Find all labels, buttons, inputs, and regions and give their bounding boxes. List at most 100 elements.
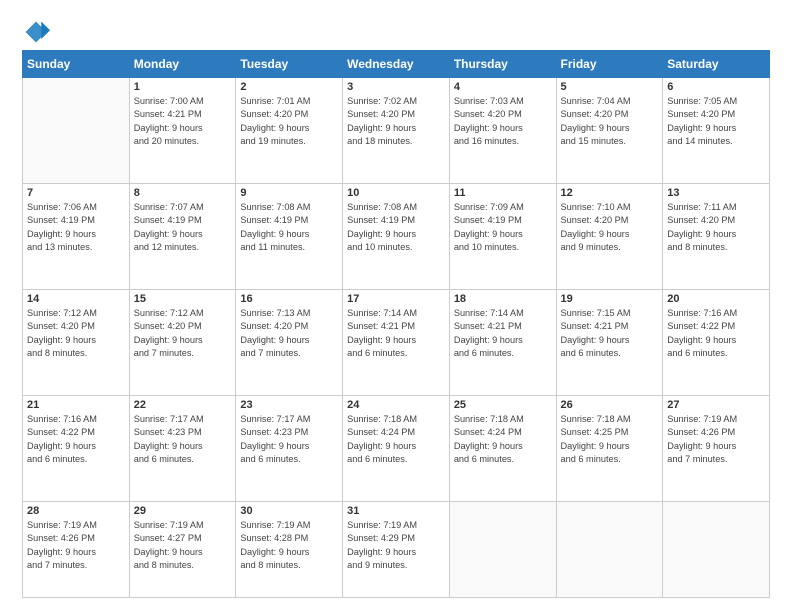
day-info: Sunrise: 7:16 AM Sunset: 4:22 PM Dayligh… xyxy=(667,307,765,360)
day-number: 13 xyxy=(667,187,765,199)
week-row: 1 Sunrise: 7:00 AM Sunset: 4:21 PM Daylig… xyxy=(23,78,770,184)
day-info: Sunrise: 7:11 AM Sunset: 4:20 PM Dayligh… xyxy=(667,201,765,254)
week-row: 21Sunrise: 7:16 AM Sunset: 4:22 PM Dayli… xyxy=(23,395,770,501)
day-number: 10 xyxy=(347,187,445,199)
day-number: 22 xyxy=(134,399,232,411)
day-info: Sunrise: 7:03 AM Sunset: 4:20 PM Dayligh… xyxy=(454,95,552,148)
day-cell: 29Sunrise: 7:19 AM Sunset: 4:27 PM Dayli… xyxy=(129,501,236,597)
day-number: 26 xyxy=(561,399,659,411)
week-row: 14 Sunrise: 7:12 AM Sunset: 4:20 PM Dayli… xyxy=(23,289,770,395)
day-info: Sunrise: 7:04 AM Sunset: 4:20 PM Dayligh… xyxy=(561,95,659,148)
day-info: Sunrise: 7:14 AM Sunset: 4:21 PM Dayligh… xyxy=(454,307,552,360)
day-number: 27 xyxy=(667,399,765,411)
day-info: Sunrise: 7:19 AM Sunset: 4:28 PM Dayligh… xyxy=(240,519,338,572)
day-number: 14 xyxy=(27,293,125,305)
day-cell: 25 Sunrise: 7:18 AM Sunset: 4:24 PM Dayli… xyxy=(449,395,556,501)
day-number: 25 xyxy=(454,399,552,411)
day-number: 24 xyxy=(347,399,445,411)
week-row: 7 Sunrise: 7:06 AM Sunset: 4:19 PM Daylig… xyxy=(23,183,770,289)
day-cell: 3 Sunrise: 7:02 AM Sunset: 4:20 PM Daylig… xyxy=(343,78,450,184)
day-info: Sunrise: 7:13 AM Sunset: 4:20 PM Dayligh… xyxy=(240,307,338,360)
day-cell: 21Sunrise: 7:16 AM Sunset: 4:22 PM Dayli… xyxy=(23,395,130,501)
day-cell: 5 Sunrise: 7:04 AM Sunset: 4:20 PM Daylig… xyxy=(556,78,663,184)
day-info: Sunrise: 7:00 AM Sunset: 4:21 PM Dayligh… xyxy=(134,95,232,148)
day-cell: 19Sunrise: 7:15 AM Sunset: 4:21 PM Dayli… xyxy=(556,289,663,395)
day-cell: 22Sunrise: 7:17 AM Sunset: 4:23 PM Dayli… xyxy=(129,395,236,501)
day-info: Sunrise: 7:19 AM Sunset: 4:26 PM Dayligh… xyxy=(667,413,765,466)
header-row: SundayMondayTuesdayWednesdayThursdayFrid… xyxy=(23,51,770,78)
day-cell xyxy=(23,78,130,184)
day-number: 6 xyxy=(667,81,765,93)
day-number: 11 xyxy=(454,187,552,199)
day-number: 4 xyxy=(454,81,552,93)
day-info: Sunrise: 7:16 AM Sunset: 4:22 PM Dayligh… xyxy=(27,413,125,466)
day-cell: 10 Sunrise: 7:08 AM Sunset: 4:19 PM Dayli… xyxy=(343,183,450,289)
page: SundayMondayTuesdayWednesdayThursdayFrid… xyxy=(0,0,792,612)
day-info: Sunrise: 7:09 AM Sunset: 4:19 PM Dayligh… xyxy=(454,201,552,254)
day-info: Sunrise: 7:12 AM Sunset: 4:20 PM Dayligh… xyxy=(134,307,232,360)
day-cell: 9 Sunrise: 7:08 AM Sunset: 4:19 PM Daylig… xyxy=(236,183,343,289)
header-cell: Friday xyxy=(556,51,663,78)
day-number: 9 xyxy=(240,187,338,199)
day-cell: 11 Sunrise: 7:09 AM Sunset: 4:19 PM Dayli… xyxy=(449,183,556,289)
day-cell: 6 Sunrise: 7:05 AM Sunset: 4:20 PM Daylig… xyxy=(663,78,770,184)
day-number: 18 xyxy=(454,293,552,305)
header-cell: Monday xyxy=(129,51,236,78)
header-cell: Thursday xyxy=(449,51,556,78)
day-number: 8 xyxy=(134,187,232,199)
day-info: Sunrise: 7:05 AM Sunset: 4:20 PM Dayligh… xyxy=(667,95,765,148)
day-number: 5 xyxy=(561,81,659,93)
day-cell: 1 Sunrise: 7:00 AM Sunset: 4:21 PM Daylig… xyxy=(129,78,236,184)
day-cell: 4 Sunrise: 7:03 AM Sunset: 4:20 PM Daylig… xyxy=(449,78,556,184)
day-cell: 26 Sunrise: 7:18 AM Sunset: 4:25 PM Dayli… xyxy=(556,395,663,501)
day-number: 20 xyxy=(667,293,765,305)
day-info: Sunrise: 7:06 AM Sunset: 4:19 PM Dayligh… xyxy=(27,201,125,254)
day-cell: 16 Sunrise: 7:13 AM Sunset: 4:20 PM Dayli… xyxy=(236,289,343,395)
day-cell: 15Sunrise: 7:12 AM Sunset: 4:20 PM Dayli… xyxy=(129,289,236,395)
day-cell: 17 Sunrise: 7:14 AM Sunset: 4:21 PM Dayli… xyxy=(343,289,450,395)
day-info: Sunrise: 7:17 AM Sunset: 4:23 PM Dayligh… xyxy=(240,413,338,466)
day-info: Sunrise: 7:08 AM Sunset: 4:19 PM Dayligh… xyxy=(240,201,338,254)
day-info: Sunrise: 7:18 AM Sunset: 4:24 PM Dayligh… xyxy=(454,413,552,466)
day-info: Sunrise: 7:02 AM Sunset: 4:20 PM Dayligh… xyxy=(347,95,445,148)
day-cell: 23 Sunrise: 7:17 AM Sunset: 4:23 PM Dayli… xyxy=(236,395,343,501)
calendar-table: SundayMondayTuesdayWednesdayThursdayFrid… xyxy=(22,50,770,598)
day-cell xyxy=(663,501,770,597)
day-cell: 7 Sunrise: 7:06 AM Sunset: 4:19 PM Daylig… xyxy=(23,183,130,289)
day-info: Sunrise: 7:12 AM Sunset: 4:20 PM Dayligh… xyxy=(27,307,125,360)
day-number: 1 xyxy=(134,81,232,93)
day-info: Sunrise: 7:07 AM Sunset: 4:19 PM Dayligh… xyxy=(134,201,232,254)
day-cell xyxy=(449,501,556,597)
day-number: 16 xyxy=(240,293,338,305)
day-number: 17 xyxy=(347,293,445,305)
day-number: 3 xyxy=(347,81,445,93)
day-number: 19 xyxy=(561,293,659,305)
day-cell: 30Sunrise: 7:19 AM Sunset: 4:28 PM Dayli… xyxy=(236,501,343,597)
day-cell: 8 Sunrise: 7:07 AM Sunset: 4:19 PM Daylig… xyxy=(129,183,236,289)
logo-icon xyxy=(22,18,50,46)
week-row: 28Sunrise: 7:19 AM Sunset: 4:26 PM Dayli… xyxy=(23,501,770,597)
day-cell: 31Sunrise: 7:19 AM Sunset: 4:29 PM Dayli… xyxy=(343,501,450,597)
day-info: Sunrise: 7:18 AM Sunset: 4:25 PM Dayligh… xyxy=(561,413,659,466)
day-cell: 28Sunrise: 7:19 AM Sunset: 4:26 PM Dayli… xyxy=(23,501,130,597)
day-number: 23 xyxy=(240,399,338,411)
day-info: Sunrise: 7:14 AM Sunset: 4:21 PM Dayligh… xyxy=(347,307,445,360)
day-cell: 27 Sunrise: 7:19 AM Sunset: 4:26 PM Dayli… xyxy=(663,395,770,501)
header-cell: Sunday xyxy=(23,51,130,78)
header-cell: Saturday xyxy=(663,51,770,78)
day-number: 2 xyxy=(240,81,338,93)
day-cell: 13 Sunrise: 7:11 AM Sunset: 4:20 PM Dayli… xyxy=(663,183,770,289)
day-info: Sunrise: 7:18 AM Sunset: 4:24 PM Dayligh… xyxy=(347,413,445,466)
day-info: Sunrise: 7:10 AM Sunset: 4:20 PM Dayligh… xyxy=(561,201,659,254)
day-number: 7 xyxy=(27,187,125,199)
logo xyxy=(22,18,54,46)
day-info: Sunrise: 7:19 AM Sunset: 4:26 PM Dayligh… xyxy=(27,519,125,572)
header-cell: Tuesday xyxy=(236,51,343,78)
day-cell: 14 Sunrise: 7:12 AM Sunset: 4:20 PM Dayli… xyxy=(23,289,130,395)
day-cell: 12Sunrise: 7:10 AM Sunset: 4:20 PM Dayli… xyxy=(556,183,663,289)
day-cell: 24 Sunrise: 7:18 AM Sunset: 4:24 PM Dayli… xyxy=(343,395,450,501)
day-cell: 2Sunrise: 7:01 AM Sunset: 4:20 PM Daylig… xyxy=(236,78,343,184)
header-cell: Wednesday xyxy=(343,51,450,78)
day-info: Sunrise: 7:19 AM Sunset: 4:29 PM Dayligh… xyxy=(347,519,445,572)
day-info: Sunrise: 7:08 AM Sunset: 4:19 PM Dayligh… xyxy=(347,201,445,254)
